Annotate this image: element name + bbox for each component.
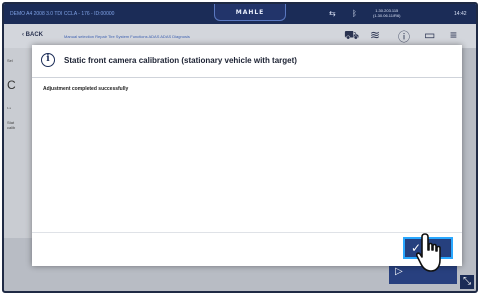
status-bar: DEMO A4 2008 3.0 TDI CCLA - 176 - ID:000… [4, 4, 476, 24]
brand-logo-tab: MAHLE [214, 4, 286, 21]
brand-logo: MAHLE [235, 9, 265, 16]
vci-connection-icon: ⇆ [329, 9, 336, 18]
breadcrumb[interactable]: Manual selection Repair Tire System Func… [64, 34, 190, 39]
help-icon[interactable]: ⓘ [398, 28, 410, 45]
bluetooth-icon: ᛒ [352, 9, 357, 18]
hand-pointer-icon [416, 233, 441, 272]
dialog-title: Static front camera calibration (station… [64, 56, 297, 65]
vehicle-icon[interactable]: ⛟ [344, 28, 359, 44]
print-icon[interactable]: ▭ [424, 28, 435, 42]
vehicle-info: DEMO A4 2008 3.0 TDI CCLA - 176 - ID:000… [10, 11, 115, 17]
dialog-header: i Static front camera calibration (stati… [32, 45, 462, 78]
clock: 14:42 [454, 11, 467, 17]
wifi-icon[interactable]: ≋ [370, 28, 380, 42]
play-icon: ▷ [395, 266, 403, 277]
device-frame: DEMO A4 2008 3.0 TDI CCLA - 176 - ID:000… [2, 2, 478, 293]
dialog-message: Adjustment completed successfully [43, 86, 129, 92]
fullscreen-icon[interactable]: ⤡ [460, 275, 474, 289]
background-side-panel: Sel C 1.s Stat calib [4, 48, 34, 238]
calibration-dialog: i Static front camera calibration (stati… [32, 45, 462, 266]
info-icon: i [41, 53, 55, 67]
menu-icon[interactable]: ≡ [450, 28, 457, 42]
software-version: 1.30.203.115 (1.30.06.11/R6) [373, 8, 401, 18]
dialog-divider [32, 232, 462, 233]
back-button[interactable]: ‹ BACK [22, 32, 43, 38]
